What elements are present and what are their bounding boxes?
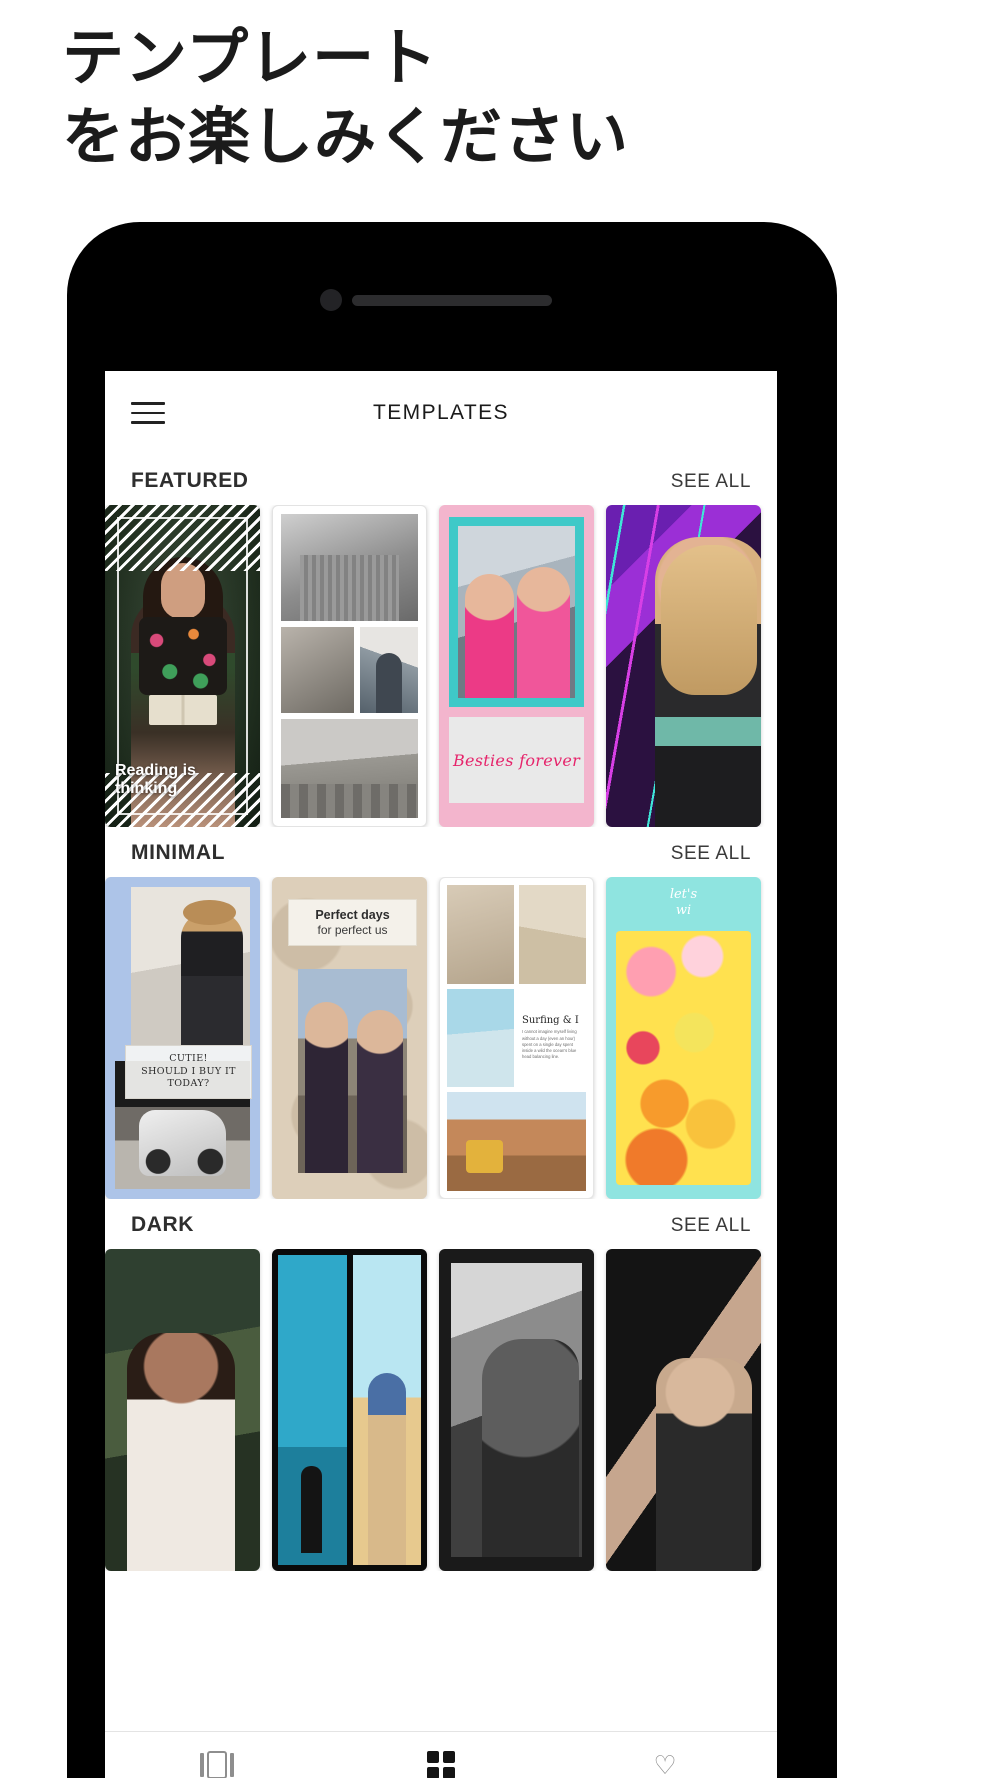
rail-dark[interactable] [105, 1249, 777, 1571]
template-card-dark-gradient-figure[interactable] [606, 1249, 761, 1571]
app-title: TEMPLATES [373, 401, 509, 424]
section-header-dark: DARK SEE ALL [105, 1199, 777, 1249]
template-card-cutie[interactable]: CUTIE! SHOULD I BUY IT TODAY? [105, 877, 260, 1199]
collage-tile [281, 627, 354, 714]
collage-grid [281, 514, 418, 818]
card-caption-body: I cannot imagine myself living without a… [522, 1029, 577, 1060]
card-caption-heading: Surfing & I [522, 1015, 579, 1027]
collage-tile [359, 627, 418, 714]
section-title-dark: DARK [131, 1213, 195, 1236]
heart-icon: ♡ [653, 1750, 677, 1778]
collage-tile [447, 1092, 586, 1191]
collage-tile [352, 1255, 421, 1565]
template-card-perfect-days[interactable]: Perfect days for perfect us [272, 877, 427, 1199]
promo-screenshot: テンプレート をお楽しみください TEMPLATES FEATURED SEE … [0, 0, 1000, 1778]
caption-banner: Perfect days for perfect us [288, 899, 417, 946]
card-caption: CUTIE! SHOULD I BUY IT TODAY? [125, 1045, 252, 1099]
collage-grid [278, 1255, 421, 1565]
template-card-dark-portrait-palms[interactable] [105, 1249, 260, 1571]
section-header-minimal: MINIMAL SEE ALL [105, 827, 777, 877]
photo-subject [451, 1263, 582, 1557]
rail-minimal[interactable]: CUTIE! SHOULD I BUY IT TODAY? Perfect da… [105, 877, 777, 1199]
collage-tile [281, 719, 418, 818]
card-caption: let's wi [669, 887, 698, 918]
collage-tile [281, 514, 418, 622]
collage-tile [278, 1255, 347, 1565]
section-title-minimal: MINIMAL [131, 841, 226, 864]
collage-text-tile: Surfing & I I cannot imagine myself livi… [519, 988, 586, 1088]
bottom-tab-bar[interactable]: MY STORIES TEMPLATES ♡ FAVORITES [105, 1731, 777, 1778]
card-caption-line2: for perfect us [317, 923, 388, 937]
template-card-neon-portrait[interactable] [606, 505, 761, 827]
app-header: TEMPLATES [105, 371, 777, 455]
template-card-dark-duo-sky[interactable] [272, 1249, 427, 1571]
template-card-besties-forever[interactable]: Besties forever [439, 505, 594, 827]
collage-tile [519, 885, 586, 984]
see-all-minimal[interactable]: SEE ALL [671, 843, 751, 865]
photo-top [131, 887, 250, 1045]
tab-my-stories[interactable]: MY STORIES [105, 1732, 329, 1778]
caption-strip: Besties forever [449, 717, 584, 803]
front-camera-icon [320, 289, 342, 311]
app-screen: TEMPLATES FEATURED SEE ALL Reading is th… [105, 371, 777, 1778]
hamburger-menu-icon[interactable] [131, 402, 165, 424]
see-all-featured[interactable]: SEE ALL [671, 471, 751, 493]
photo-frame-teal [449, 517, 584, 707]
stories-icon [200, 1750, 234, 1778]
template-card-summer-fruits[interactable]: let's wi [606, 877, 761, 1199]
section-header-featured: FEATURED SEE ALL [105, 455, 777, 505]
rail-featured[interactable]: Reading is thinking Besties forever [105, 505, 777, 827]
template-card-reading-is-thinking[interactable]: Reading is thinking [105, 505, 260, 827]
photo-detail-hair [661, 545, 757, 695]
earpiece-speaker [352, 295, 552, 306]
page-title: テンプレート をお楽しみください [62, 21, 630, 174]
template-card-dark-bw-profile[interactable] [439, 1249, 594, 1571]
card-caption: Reading is thinking [115, 762, 196, 797]
phone-mockup: TEMPLATES FEATURED SEE ALL Reading is th… [68, 223, 836, 1778]
section-title-featured: FEATURED [131, 469, 249, 492]
photo-subject [298, 969, 407, 1173]
collage-tile [447, 988, 514, 1088]
collage-grid: Surfing & I I cannot imagine myself livi… [447, 885, 586, 1191]
grid-icon [427, 1750, 455, 1778]
collage-tile [447, 885, 514, 984]
tab-templates[interactable]: TEMPLATES [329, 1732, 553, 1778]
photo-detail-scooter [139, 1109, 226, 1177]
see-all-dark[interactable]: SEE ALL [671, 1215, 751, 1237]
photo-fruits [616, 931, 751, 1185]
template-card-city-collage[interactable] [272, 505, 427, 827]
card-caption: Besties forever [452, 750, 581, 770]
tab-favorites[interactable]: ♡ FAVORITES [553, 1732, 777, 1778]
template-card-surfing[interactable]: Surfing & I I cannot imagine myself livi… [439, 877, 594, 1199]
card-caption-line1: Perfect days [315, 908, 390, 922]
